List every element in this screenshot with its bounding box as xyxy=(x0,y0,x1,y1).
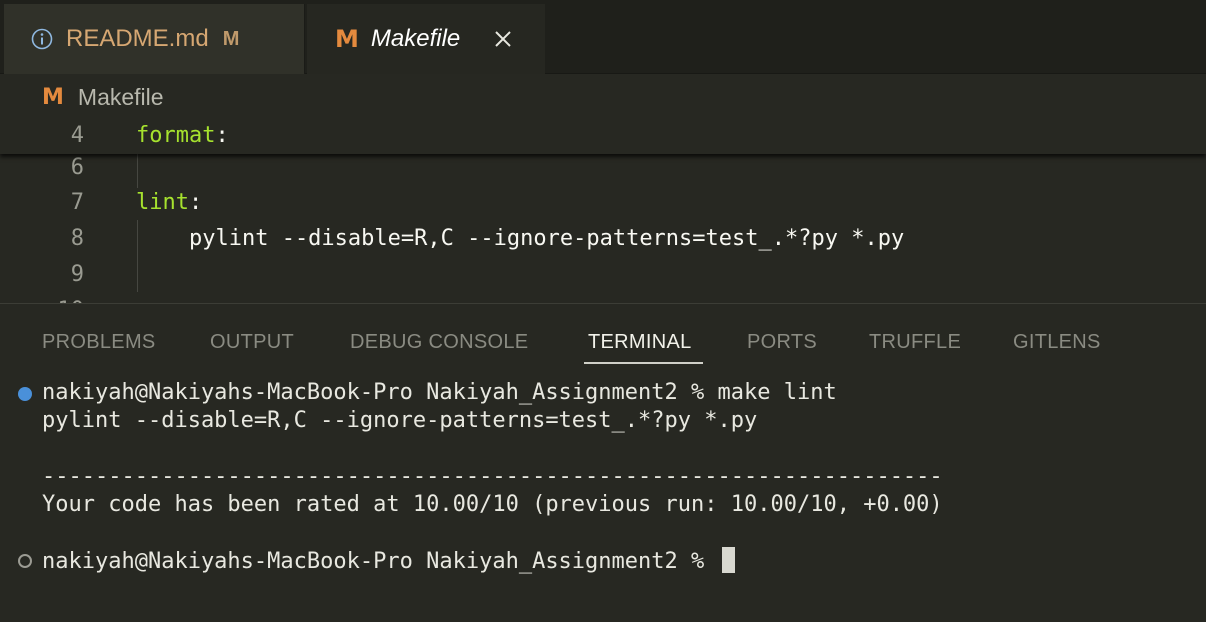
line-number: 4 xyxy=(70,123,84,148)
terminal-line: Your code has been rated at 10.00/10 (pr… xyxy=(42,492,943,517)
editor-tab-bar: README.md M M Makefile xyxy=(0,0,1206,74)
sticky-scroll-line[interactable]: 4 format: xyxy=(0,120,1206,154)
code-line[interactable]: 8 pylint --disable=R,C --ignore-patterns… xyxy=(0,221,1206,257)
line-number: 8 xyxy=(70,226,84,251)
colon: : xyxy=(188,190,203,215)
line-number: 6 xyxy=(70,155,84,180)
make-target: lint xyxy=(136,190,189,215)
tab-terminal[interactable]: TERMINAL xyxy=(588,331,692,354)
terminal-line: pylint --disable=R,C --ignore-patterns=t… xyxy=(42,408,758,433)
info-icon xyxy=(30,27,54,51)
panel-tab-bar: PROBLEMS OUTPUT DEBUG CONSOLE TERMINAL P… xyxy=(0,304,1206,368)
tab-readme[interactable]: README.md M xyxy=(4,4,305,74)
terminal-line: ----------------------------------------… xyxy=(42,464,943,489)
colon: : xyxy=(215,123,229,148)
line-number: 10 xyxy=(0,293,85,303)
terminal-prompt: nakiyah@Nakiyahs-MacBook-Pro Nakiyah_Ass… xyxy=(42,549,718,574)
terminal-line: nakiyah@Nakiyahs-MacBook-Pro Nakiyah_Ass… xyxy=(42,380,837,405)
bottom-panel: PROBLEMS OUTPUT DEBUG CONSOLE TERMINAL P… xyxy=(0,303,1206,622)
code-editor[interactable]: 4 format: 6 7 lint: 8 pylint --disable=R… xyxy=(0,120,1206,303)
code-line[interactable]: 9 xyxy=(0,257,1206,293)
breadcrumb-item-makefile[interactable]: Makefile xyxy=(78,84,164,111)
command-status-dot-icon[interactable] xyxy=(18,554,32,568)
code-text: pylint --disable=R,C --ignore-patterns=t… xyxy=(136,226,905,251)
tab-truffle[interactable]: TRUFFLE xyxy=(869,331,961,354)
tab-readme-label: README.md xyxy=(66,25,209,52)
tab-gitlens[interactable]: GITLENS xyxy=(1013,331,1101,354)
tab-makefile-label: Makefile xyxy=(370,25,461,52)
tab-ports[interactable]: PORTS xyxy=(747,331,817,354)
line-number: 7 xyxy=(70,190,84,215)
tab-debug-console[interactable]: DEBUG CONSOLE xyxy=(350,331,528,354)
modified-badge: M xyxy=(222,27,240,50)
tab-makefile[interactable]: M Makefile xyxy=(307,4,545,74)
terminal-cursor xyxy=(721,547,735,573)
breadcrumb: M Makefile xyxy=(0,74,1206,120)
makefile-m-icon: M xyxy=(335,25,359,53)
make-target: format xyxy=(136,123,216,148)
tab-output[interactable]: OUTPUT xyxy=(210,331,294,354)
active-tab-indicator xyxy=(584,362,703,364)
terminal-prompt-line[interactable]: nakiyah@Nakiyahs-MacBook-Pro Nakiyah_Ass… xyxy=(42,547,735,576)
command-status-dot-icon[interactable] xyxy=(18,387,32,401)
line-number: 9 xyxy=(70,262,84,287)
code-line[interactable]: 10 xyxy=(0,293,1206,303)
makefile-m-icon: M xyxy=(42,84,64,110)
code-line[interactable]: 7 lint: xyxy=(0,185,1206,221)
tab-problems[interactable]: PROBLEMS xyxy=(42,331,156,354)
code-line[interactable]: 6 xyxy=(0,150,1206,186)
close-icon[interactable] xyxy=(490,26,516,52)
